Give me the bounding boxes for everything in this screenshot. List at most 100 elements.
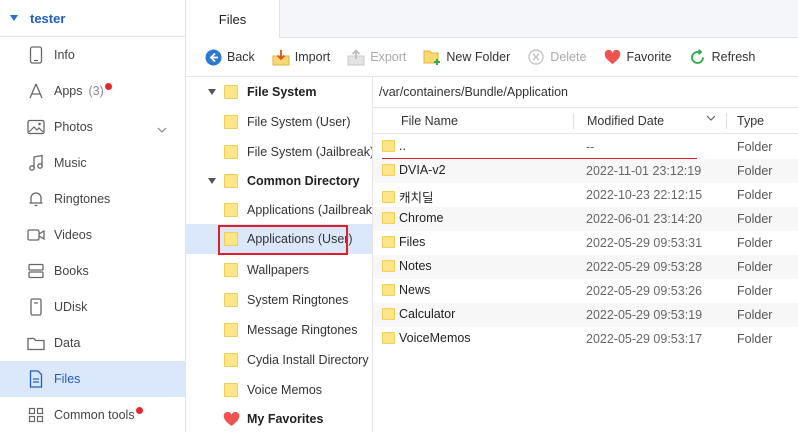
folder-icon — [224, 263, 238, 277]
delete-button[interactable]: Delete — [527, 48, 586, 66]
nav-item-label: Books — [54, 264, 89, 278]
nav-item-photos[interactable]: Photos — [0, 109, 185, 145]
udisk-icon — [27, 298, 45, 316]
photos-icon — [27, 118, 45, 136]
apps-icon — [27, 82, 45, 100]
nav-item-label: Data — [54, 336, 81, 350]
folder-icon — [382, 284, 395, 296]
tree-item-applications-jailbreak[interactable]: Applications (Jailbreak) — [186, 195, 372, 225]
back-button[interactable]: Back — [204, 48, 255, 66]
sort-chevron-down-icon[interactable] — [706, 112, 716, 126]
export-icon — [347, 48, 365, 66]
file-row[interactable]: Chrome 2022-06-01 23:14:20 Folder — [373, 207, 798, 231]
nav-item-udisk[interactable]: UDisk — [0, 289, 185, 325]
folder-icon — [224, 174, 238, 188]
refresh-button[interactable]: Refresh — [689, 48, 755, 66]
folder-icon — [382, 332, 395, 344]
tree-item-file-system-user[interactable]: File System (User) — [186, 107, 372, 137]
folder-icon — [382, 236, 395, 248]
file-row[interactable]: .. -- Folder — [373, 135, 798, 159]
nav-item-label: Music — [54, 156, 87, 170]
folder-icon — [382, 308, 395, 320]
file-row[interactable]: 캐치딜 2022-10-23 22:12:15 Folder — [373, 183, 798, 207]
collapse-caret-icon[interactable] — [208, 178, 216, 184]
favorite-button[interactable]: Favorite — [603, 48, 672, 66]
folder-icon — [224, 203, 238, 217]
nav-item-label: UDisk — [54, 300, 88, 314]
folder-icon — [27, 334, 45, 352]
nav-item-files[interactable]: Files — [0, 361, 185, 397]
column-divider — [726, 113, 727, 129]
column-modified-date[interactable]: Modified Date — [587, 114, 664, 128]
folder-icon — [382, 164, 395, 176]
folder-icon — [382, 140, 395, 152]
bell-icon — [27, 190, 45, 208]
nav-item-music[interactable]: Music — [0, 145, 185, 181]
nav-item-label: Common tools — [54, 408, 135, 422]
file-icon — [27, 370, 45, 388]
tree-item-system-ringtones[interactable]: System Ringtones — [186, 285, 372, 315]
nav-item-ringtones[interactable]: Ringtones — [0, 181, 185, 217]
music-note-icon — [27, 154, 45, 172]
nav-item-info[interactable]: Info — [0, 37, 185, 73]
toolbar: Back Import Export New Folder Delete Fav… — [186, 38, 798, 77]
nav-item-label: Videos — [54, 228, 92, 242]
expand-caret-icon[interactable] — [10, 15, 18, 21]
nav-item-data[interactable]: Data — [0, 325, 185, 361]
refresh-icon — [689, 48, 707, 66]
heart-icon — [223, 411, 240, 427]
grid-icon — [27, 406, 45, 424]
nav-item-books[interactable]: Books — [0, 253, 185, 289]
new-folder-icon — [423, 48, 441, 66]
import-button[interactable]: Import — [272, 48, 330, 66]
tree-item-file-system-jailbreak[interactable]: File System (Jailbreak) — [186, 137, 372, 167]
file-row[interactable]: Calculator 2022-05-29 09:53:19 Folder — [373, 303, 798, 327]
back-arrow-icon — [204, 48, 222, 66]
tree-item-voice-memos[interactable]: Voice Memos — [186, 375, 372, 405]
path-bar: /var/containers/Bundle/Application — [373, 77, 798, 108]
tree-group-file-system[interactable]: File System — [186, 77, 372, 107]
nav-item-apps[interactable]: Apps (3) — [0, 73, 185, 109]
device-header[interactable]: tester — [0, 0, 185, 37]
video-camera-icon — [27, 226, 45, 244]
new-folder-button[interactable]: New Folder — [423, 48, 510, 66]
notification-badge — [104, 82, 112, 90]
heart-icon — [603, 48, 621, 66]
nav-item-label: Files — [54, 372, 81, 386]
collapse-caret-icon[interactable] — [208, 89, 216, 95]
delete-icon — [527, 48, 545, 66]
tree-item-cydia-install-directory[interactable]: Cydia Install Directory — [186, 345, 372, 375]
apps-count: (3) — [88, 84, 104, 98]
file-row[interactable]: VoiceMemos 2022-05-29 09:53:17 Folder — [373, 327, 798, 351]
highlight-box — [218, 225, 348, 255]
file-row[interactable]: News 2022-05-29 09:53:26 Folder — [373, 279, 798, 303]
nav-item-label: Photos — [54, 120, 93, 134]
nav-item-videos[interactable]: Videos — [0, 217, 185, 253]
notification-badge — [135, 406, 143, 414]
export-button[interactable]: Export — [347, 48, 406, 66]
file-list-header: File Name Modified Date Type — [373, 108, 798, 134]
file-row[interactable]: Files 2022-05-29 09:53:31 Folder — [373, 231, 798, 255]
nav-item-label: Ringtones — [54, 192, 111, 206]
column-type[interactable]: Type — [737, 114, 764, 128]
chevron-down-icon[interactable] — [157, 122, 167, 136]
file-row[interactable]: Notes 2022-05-29 09:53:28 Folder — [373, 255, 798, 279]
tree-group-my-favorites[interactable]: My Favorites — [186, 404, 372, 432]
phone-icon — [27, 46, 45, 64]
folder-icon — [224, 293, 238, 307]
folder-icon — [382, 190, 395, 203]
file-row[interactable]: DVIA-v2 2022-11-01 23:12:19 Folder — [373, 159, 798, 183]
tab-bar: Files — [186, 0, 798, 38]
tab-files[interactable]: Files — [186, 0, 280, 38]
nav-item-common-tools[interactable]: Common tools — [0, 397, 185, 432]
folder-icon — [224, 85, 238, 99]
folder-icon — [224, 383, 238, 397]
tree-group-common-directory[interactable]: Common Directory — [186, 166, 372, 196]
column-file-name[interactable]: File Name — [401, 114, 458, 128]
folder-icon — [224, 115, 238, 129]
device-name: tester — [30, 10, 66, 26]
tree-item-wallpapers[interactable]: Wallpapers — [186, 255, 372, 285]
import-icon — [272, 48, 290, 66]
left-navigation: tester Info Apps (3) Photos Music Ringto… — [0, 0, 186, 432]
tree-item-message-ringtones[interactable]: Message Ringtones — [186, 315, 372, 345]
